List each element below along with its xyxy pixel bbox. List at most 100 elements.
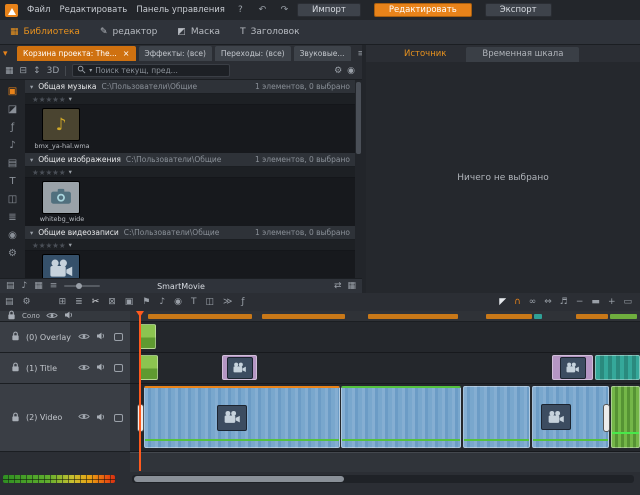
navigator-segment[interactable] [148, 314, 252, 319]
track-options-icon[interactable]: ▤ [5, 297, 14, 307]
filter-3d-icon[interactable]: 3D [47, 66, 60, 76]
lock-icon[interactable] [11, 362, 20, 374]
scrollbar-thumb[interactable] [356, 82, 361, 154]
snapshot-icon[interactable]: ▣ [125, 297, 134, 307]
title-editor-icon[interactable]: T [191, 297, 197, 307]
eye-icon[interactable] [78, 364, 90, 373]
help-icon[interactable]: ? [234, 5, 247, 15]
tab-transitions[interactable]: Переходы: (все) [215, 46, 291, 61]
pip-mode-icon[interactable]: ◫ [205, 297, 214, 307]
storyboard-toggle-icon[interactable]: ⊞ [59, 297, 67, 307]
audio-scrub-icon[interactable]: ♬ [560, 297, 568, 307]
send-to-timeline-icon[interactable]: ⇄ [334, 281, 342, 291]
lane-title[interactable] [130, 353, 640, 384]
group-header-music[interactable]: ▾ Общая музыка C:\Пользователи\Общие 1 э… [25, 80, 355, 94]
asset-image[interactable]: whitebg_wide [25, 178, 355, 226]
redo-icon[interactable]: ↷ [278, 5, 291, 15]
grid-view-icon[interactable]: ▦ [34, 281, 43, 291]
tab-source[interactable]: Источник [388, 47, 462, 62]
close-icon[interactable]: × [123, 46, 130, 61]
effects-icon[interactable]: ƒ [241, 297, 244, 307]
magnet-snap-icon[interactable]: ∩ [514, 297, 521, 307]
scroll-mode-icon[interactable]: ⇔ [544, 297, 552, 307]
zoom-in-icon[interactable]: + [608, 297, 616, 307]
search-scope-caret-icon[interactable]: ▾ [89, 67, 92, 74]
track-header-overlay[interactable]: (0) Overlay [0, 322, 130, 353]
solo-label[interactable]: Соло [22, 312, 40, 320]
group-header-videos[interactable]: ▾ Общие видеозаписи C:\Пользователи\Общи… [25, 226, 355, 240]
library-settings-icon[interactable]: ⚙ [8, 248, 17, 259]
navigator-segment[interactable] [486, 314, 532, 319]
selection-tool-icon[interactable]: ◤ [499, 297, 506, 307]
title-clip[interactable] [552, 355, 593, 380]
tab-effects[interactable]: Эффекты: (все) [139, 46, 212, 61]
sort-icon[interactable]: ↕ [33, 66, 41, 76]
tab-mask[interactable]: ◩ Маска [177, 27, 220, 37]
lane-overlay[interactable] [130, 322, 640, 353]
effects-icon[interactable]: ƒ [11, 122, 15, 133]
track-header-video[interactable]: (2) Video [0, 384, 130, 452]
sound-effects-icon[interactable]: ◉ [8, 230, 17, 241]
voiceover-icon[interactable]: ◉ [174, 297, 182, 307]
menu-edit[interactable]: Редактировать [59, 5, 127, 15]
marker-icon[interactable]: ⚑ [142, 297, 150, 307]
search-input[interactable] [95, 66, 225, 75]
audio-mixer-icon[interactable]: ≣ [75, 297, 83, 307]
rating-filter[interactable]: ★★★★★ ▾ [25, 240, 355, 251]
rating-filter[interactable]: ★★★★★ ▾ [25, 94, 355, 105]
tags-icon[interactable]: ⊟ [20, 66, 28, 76]
video-clip[interactable] [144, 386, 340, 448]
navigator-segment[interactable] [610, 314, 637, 319]
track-monitor-icon[interactable] [114, 333, 123, 341]
speaker-icon[interactable] [64, 311, 74, 321]
lane-video[interactable] [130, 384, 640, 452]
image-thumbnail[interactable] [42, 181, 80, 214]
video-thumbnail[interactable] [42, 254, 80, 278]
lock-icon[interactable] [11, 331, 20, 343]
timeline-ruler[interactable] [130, 452, 640, 472]
zoom-out-icon[interactable]: − [576, 297, 584, 307]
tab-project-bin[interactable]: Корзина проекта: The... × [17, 46, 136, 61]
eye-icon[interactable] [78, 333, 90, 342]
video-icon[interactable]: ▤ [8, 158, 17, 169]
undo-icon[interactable]: ↶ [256, 5, 269, 15]
import-button[interactable]: Импорт [297, 3, 361, 17]
track-monitor-icon[interactable] [114, 414, 123, 422]
split-clip-icon[interactable]: ✂ [92, 297, 100, 307]
settings-gear-icon[interactable]: ⚙ [334, 66, 342, 76]
master-track-row[interactable]: Соло [0, 311, 130, 322]
fit-timeline-icon[interactable]: ▭ [623, 297, 632, 307]
eye-icon[interactable] [78, 413, 90, 422]
track-header-title[interactable]: (1) Title [0, 353, 130, 384]
navigator-segment[interactable] [368, 314, 458, 319]
music-icon[interactable]: ♪ [9, 140, 15, 151]
rating-filter[interactable]: ★★★★★ ▾ [25, 167, 355, 178]
info-icon[interactable]: ◉ [347, 66, 355, 76]
create-music-icon[interactable]: ♪ [159, 297, 165, 307]
titles-icon[interactable]: T [9, 176, 15, 187]
video-clip[interactable] [341, 386, 461, 448]
speaker-icon[interactable] [96, 413, 106, 423]
navigator-segment[interactable] [534, 314, 542, 319]
lock-icon[interactable] [7, 310, 16, 322]
track-monitor-icon[interactable] [114, 364, 123, 372]
scrollbar-thumb[interactable] [134, 476, 344, 482]
preview-audio-icon[interactable]: ♪ [22, 281, 28, 291]
group-header-images[interactable]: ▾ Общие изображения C:\Пользователи\Общи… [25, 153, 355, 167]
trim-handle[interactable] [603, 404, 610, 432]
transitions-icon[interactable]: ◫ [8, 194, 17, 205]
zoom-slider-icon[interactable]: ▬ [591, 297, 600, 307]
scene-view-icon[interactable]: ▦ [347, 281, 356, 291]
tab-library[interactable]: ▦ Библиотека [10, 27, 80, 37]
title-clip[interactable] [139, 355, 158, 380]
asset-video[interactable] [25, 251, 355, 278]
video-clip[interactable] [532, 386, 609, 448]
collapse-icon[interactable]: ▾ [30, 83, 33, 91]
edit-mode-button[interactable]: Редактировать [374, 3, 472, 17]
collection-drop-icon[interactable]: ▾ [3, 49, 14, 59]
tab-title[interactable]: T Заголовок [240, 27, 300, 37]
lock-icon[interactable] [11, 412, 20, 424]
collapse-icon[interactable]: ▾ [30, 229, 33, 237]
project-bin-icon[interactable]: ▣ [8, 86, 17, 97]
details-view-icon[interactable]: ≡ [50, 281, 58, 291]
